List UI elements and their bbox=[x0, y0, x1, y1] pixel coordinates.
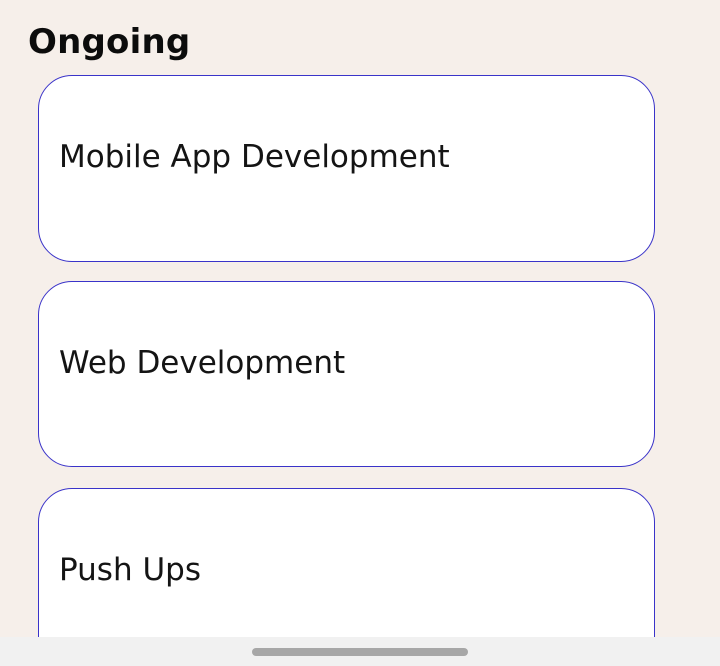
system-navigation-bar bbox=[0, 637, 720, 666]
task-card-mobile-app-development[interactable]: Mobile App Development bbox=[38, 75, 655, 262]
ongoing-screen: Ongoing Mobile App Development Web Devel… bbox=[0, 0, 720, 637]
task-card-title: Web Development bbox=[59, 345, 346, 381]
ongoing-section-title: Ongoing bbox=[28, 22, 191, 62]
task-card-title: Mobile App Development bbox=[59, 139, 450, 175]
task-card-title: Push Ups bbox=[59, 552, 201, 588]
gesture-handle[interactable] bbox=[252, 648, 468, 656]
task-card-push-ups[interactable]: Push Ups bbox=[38, 488, 655, 637]
task-card-web-development[interactable]: Web Development bbox=[38, 281, 655, 467]
